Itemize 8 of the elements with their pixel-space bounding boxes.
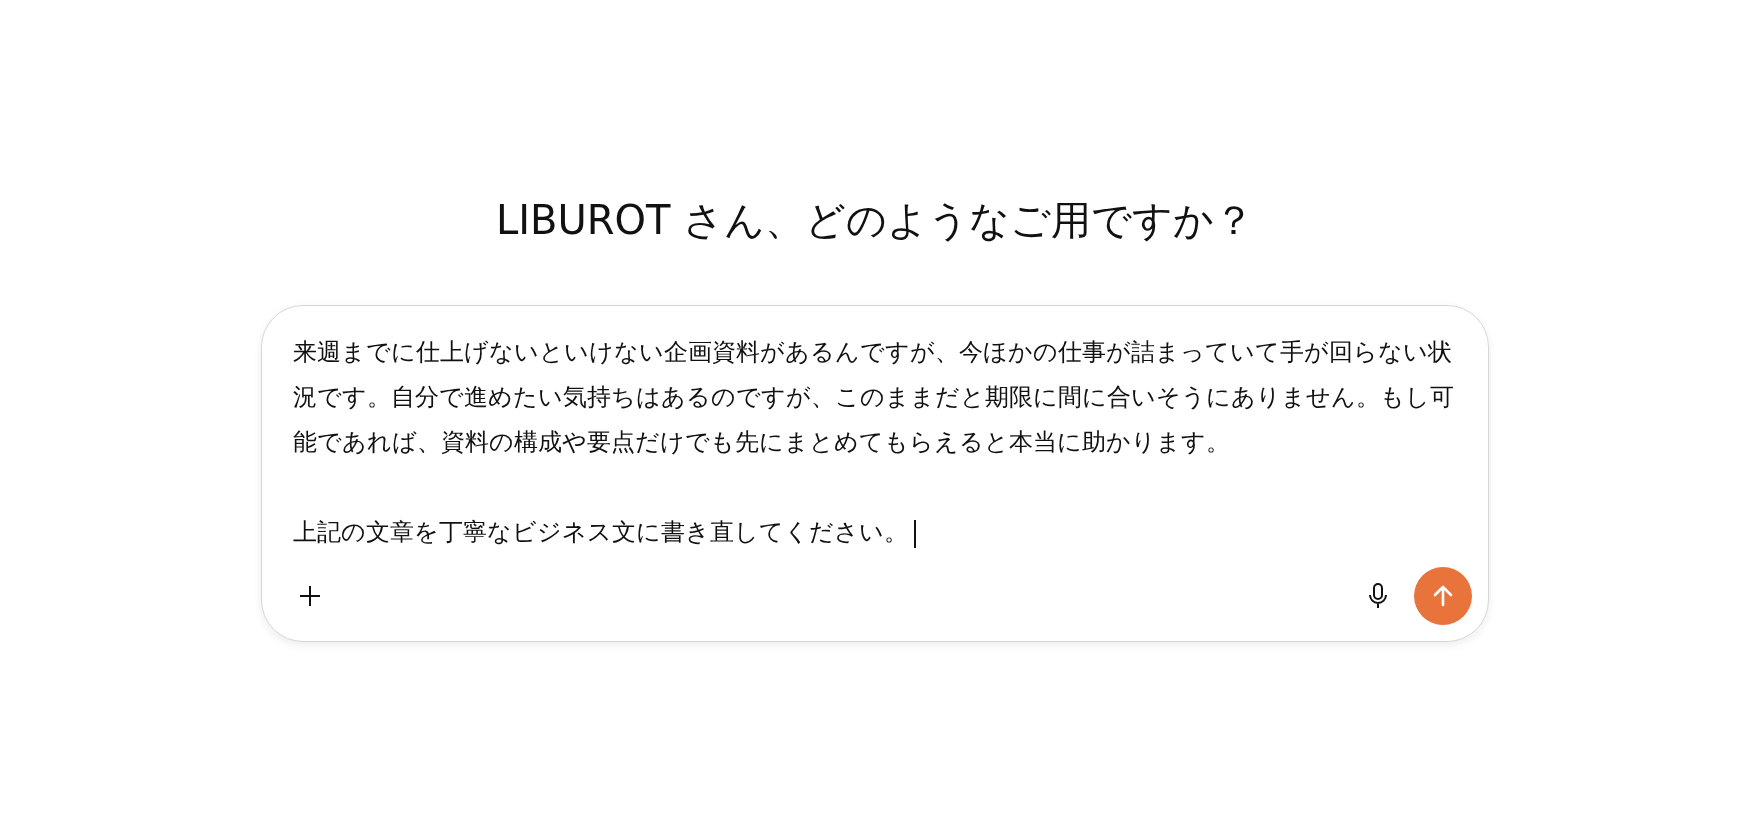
message-text: 上記の文章を丁寧なビジネス文に書き直してください。 xyxy=(293,510,1458,555)
microphone-icon xyxy=(1366,582,1390,610)
plus-icon xyxy=(297,583,323,609)
greeting-heading: LIBUROT さん、どのようなご用ですか？ xyxy=(495,196,1255,245)
text-cursor xyxy=(914,519,916,548)
message-input-field[interactable]: 来週までに仕上げないといけない企画資料があるんですが、今ほかの仕事が詰まっていて手が回らない状況です。自分で進めたい気持ちはあるのですが、このままだと期限に間に合いそうにありません。もし可能であれば、資料の構成や要点だけでも先にまとめてもらえると本当に助かります。 上記の文章を丁寧なビジネス文に書き直してください。 xyxy=(261,305,1489,642)
message-text: 来週までに仕上げないといけない企画資料があるんですが、今ほかの仕事が詰まっていて手が回らない状況です。自分で進めたい気持ちはあるのですが、このままだと期限に間に合いそうにありません。もし可能であれば、資料の構成や要点だけでも先にまとめてもらえると本当に助かります。 xyxy=(293,337,1455,458)
send-button[interactable] xyxy=(1414,567,1472,625)
